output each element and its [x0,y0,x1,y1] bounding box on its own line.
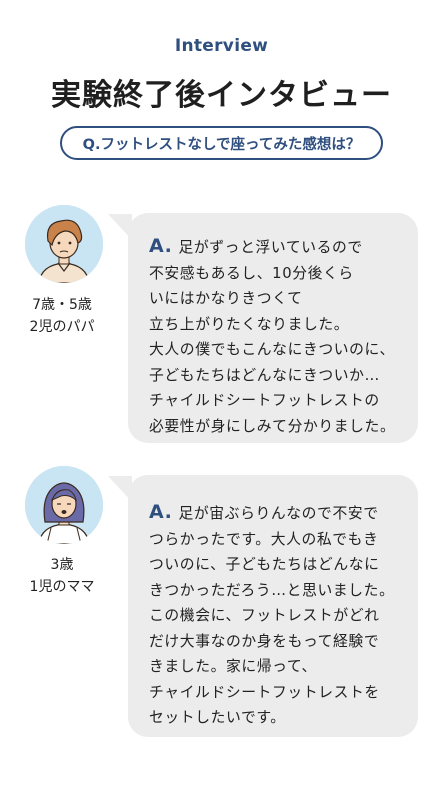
answer-2-line-6: だけ大事なのか身をもって経験で [149,632,380,650]
page-title: 実験終了後インタビュー [51,78,392,113]
answer-2-line-5: この機会に、フットレストがどれ [149,607,380,624]
mother-avatar [25,466,103,544]
mother-role: 1児のママ [29,579,95,595]
mother-ages: 3歳 [50,557,74,573]
answer-2-line-8: チャイルドシートフットレストを [149,683,380,701]
father-avatar [25,205,103,283]
interview-eyebrow: Interview [174,36,269,56]
answer-2-line-2: つらかったです。大人の私でもき [149,530,379,548]
answer-1-line-3: いにはかなりきつくて [149,290,303,307]
father-avatar-icon [25,205,103,283]
answer-1-line-6: 子どもたちはどんなにきついか… [149,366,380,384]
mother-label: 3歳 1児のママ [12,554,112,598]
answer-1-line-1: A. 足がずっと浮いているので [149,235,363,257]
mother-avatar-icon [25,466,103,544]
answer-mark: A. [149,501,173,523]
answer-mark: A. [149,235,173,257]
question-pill: Q.フットレストなしで座ってみた感想は？ [60,126,383,160]
answer-1-line-7: チャイルドシートフットレストの [149,392,380,409]
answer-1-line-8: 必要性が身にしみて分かりました。 [149,417,396,435]
answer-2-line-7: きました。家に帰って、 [149,658,317,675]
father-role: 2児のパパ [29,319,95,335]
answer-2-line-3: ついのに、子どもたちはどんなに [149,556,380,573]
answer-1-line-4: 立ち上がりたくなりました。 [149,315,350,333]
answer-text-2: A. 足が宙ぶらりんなので不安で つらかったです。大人の私でもき ついのに、子ども… [149,500,394,731]
answer-1-line-5: 大人の僕でもこんなにきついのに、 [149,341,395,358]
answer-1-line-2: 不安感もあるし、10分後くら [149,264,354,282]
answer-2-line-1: A. 足が宙ぶらりんなので不安で [149,501,379,523]
father-label: 7歳・5歳 2児のパパ [12,294,112,338]
answer-2-line-4: きつかっただろう…と思いました。 [149,581,395,599]
answer-2-line-9: セットしたいです。 [149,709,286,726]
father-ages: 7歳・5歳 [32,297,92,313]
answer-text-1: A. 足がずっと浮いているので 不安感もあるし、10分後くら いにはかなりきつくて… [149,234,395,439]
